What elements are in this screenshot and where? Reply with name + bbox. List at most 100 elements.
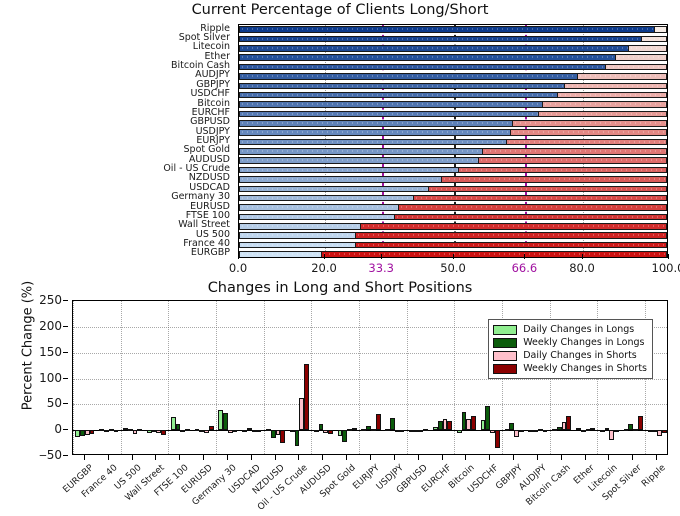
bar-segment-long [239, 82, 566, 90]
bottom-chart-tickmark [63, 429, 68, 431]
bar-segment-short [505, 138, 667, 146]
top-chart-tickmark [524, 254, 526, 259]
bar-hatch [394, 214, 666, 220]
bottom-chart-x-tickmark [322, 455, 324, 460]
top-chart-plot-area [238, 24, 668, 258]
bar-segment-long [239, 222, 362, 230]
bottom-chart-bar [423, 428, 429, 431]
bar-hatch [240, 64, 606, 70]
bottom-chart-y-tick-label: 0 [54, 422, 62, 437]
bottom-chart-bar [614, 430, 619, 433]
top-chart-bar-row [239, 110, 667, 118]
legend-label: Weekly Changes in Shorts [523, 363, 647, 374]
bar-hatch [321, 252, 666, 257]
bottom-chart-x-tickmark [632, 455, 634, 460]
bar-hatch [240, 92, 559, 98]
bar-hatch [629, 46, 666, 51]
bottom-chart-bar [304, 363, 309, 431]
bar-hatch [564, 83, 666, 89]
bottom-chart-bar [375, 413, 381, 431]
bottom-chart-bar [185, 428, 190, 431]
bottom-chart-x-tickmark [608, 455, 610, 460]
top-chart-x-tick-label: 66.6 [511, 261, 538, 275]
top-chart-bar-row [239, 129, 667, 136]
bar-hatch [478, 158, 666, 163]
bottom-chart-x-tickmark [560, 455, 562, 460]
bar-hatch [483, 149, 666, 154]
bottom-chart-bar [113, 430, 119, 433]
bottom-chart-plot-area: Daily Changes in Longs Weekly Changes in … [72, 300, 668, 455]
bar-hatch [513, 121, 666, 126]
top-chart-bar-row [239, 232, 667, 239]
bar-segment-short [510, 129, 667, 136]
bar-hatch [240, 139, 507, 145]
bar-segment-long [239, 166, 461, 174]
bar-segment-long [239, 204, 401, 211]
bottom-chart-x-tickmark [203, 455, 205, 460]
bar-hatch [506, 139, 666, 145]
legend-label: Daily Changes in Shorts [523, 350, 637, 361]
top-chart-bar-row [239, 185, 667, 193]
bottom-chart-bar [399, 430, 405, 433]
top-chart-bar-row [239, 73, 667, 80]
bar-hatch [459, 167, 666, 173]
position-changes-chart: Changes in Long and Short Positions Perc… [0, 280, 680, 516]
bar-segment-short [413, 194, 667, 202]
bar-hatch [356, 233, 666, 238]
bottom-chart-x-tickmark [226, 455, 228, 460]
bar-hatch [240, 214, 395, 220]
bottom-chart-bar [351, 428, 357, 431]
figure-root: Current Percentage of Clients Long/Short… [0, 0, 680, 516]
top-chart-x-tick-label: 33.3 [368, 261, 394, 275]
bar-hatch [240, 195, 415, 201]
bar-segment-long [239, 138, 508, 146]
top-chart-bar-row [239, 194, 667, 202]
top-chart-bar-row [239, 82, 667, 90]
top-chart-tickmark [453, 254, 454, 259]
bottom-chart-x-tickmark [656, 455, 658, 460]
bar-segment-short [355, 232, 667, 239]
bar-hatch [414, 195, 666, 201]
bottom-chart-x-tickmark [536, 455, 538, 460]
bottom-chart-bar [566, 415, 572, 431]
legend-swatch [493, 350, 518, 361]
top-chart-bar-row [239, 204, 667, 211]
bottom-chart-bar [471, 415, 476, 431]
bar-hatch [577, 74, 666, 79]
bar-segment-long [239, 35, 644, 43]
bottom-chart-x-tickmark [250, 455, 252, 460]
top-chart-tickmark [668, 254, 669, 259]
bottom-chart-y-tick-label: 150 [39, 344, 62, 359]
bottom-chart-bar [242, 430, 248, 433]
bar-segment-long [239, 63, 607, 71]
bottom-chart-title: Changes in Long and Short Positions [207, 280, 473, 296]
bar-segment-long [239, 110, 540, 118]
bar-hatch [240, 233, 357, 238]
bar-segment-short [615, 54, 667, 62]
top-chart-bar-row [239, 45, 667, 52]
bottom-chart-x-tickmark [489, 455, 491, 460]
bar-segment-long [239, 241, 358, 249]
legend-label: Daily Changes in Longs [523, 324, 635, 335]
bar-segment-short [604, 63, 667, 71]
bar-segment-short [320, 251, 667, 257]
top-chart-bar-row [239, 101, 667, 108]
bottom-chart-bar [599, 430, 605, 433]
top-chart-x-tick-label: 80.0 [569, 261, 595, 275]
bar-segment-long [239, 91, 560, 99]
bar-segment-short [482, 148, 667, 155]
long-short-percentage-chart: Current Percentage of Clients Long/Short… [0, 0, 680, 292]
bar-segment-short [542, 101, 667, 108]
bar-segment-long [239, 251, 323, 257]
bottom-chart-bar [232, 429, 238, 432]
bar-segment-short [654, 26, 667, 33]
bar-hatch [240, 102, 544, 107]
legend-entry: Daily Changes in Shorts [493, 349, 647, 362]
top-chart-tickmark [582, 254, 583, 259]
legend-swatch [493, 324, 518, 335]
bottom-chart-x-tickmark [179, 455, 181, 460]
bar-hatch [240, 242, 357, 248]
bottom-chart-tickmark [63, 351, 68, 353]
bottom-chart-bar [137, 429, 143, 432]
top-chart-x-tick-label: 20.0 [311, 261, 337, 275]
